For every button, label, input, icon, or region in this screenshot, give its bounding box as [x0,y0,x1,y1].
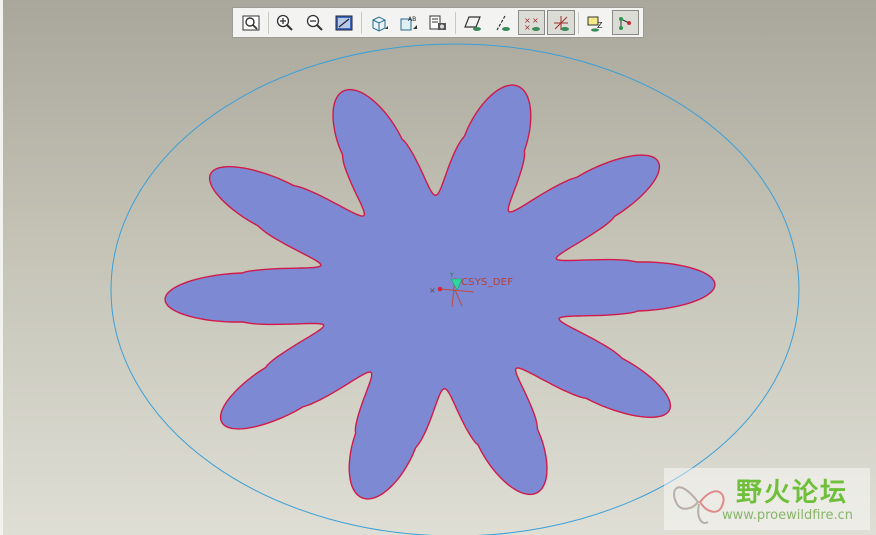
display-style-icon [372,15,388,32]
watermark: 野火论坛 www.proewildfire.cn [664,468,870,530]
zoom-in-button[interactable] [272,10,300,35]
coordinate-systems-icon [554,15,570,31]
graphics-viewport[interactable]: × Y CSYS_DEF AB × × × Z 野火论坛 www.proewil… [0,0,876,535]
toolbar-separator [577,11,579,34]
zoom-out-icon [306,14,323,31]
zoom-in-icon [277,14,294,31]
datum-planes-icon [463,15,481,31]
datum-points-icon: × ×× [524,16,540,32]
annotations-icon: Z [587,16,603,32]
star-gear-surface [164,84,716,500]
svg-text:Z: Z [597,21,603,30]
butterfly-logo-icon [673,486,725,524]
refit-button[interactable] [237,10,265,35]
svg-text:×: × [429,286,436,295]
toolbar-separator [267,11,269,34]
csys-label: CSYS_DEF [461,277,514,288]
toolbar-separator [454,11,456,34]
svg-text:AB: AB [408,16,416,23]
svg-text:×: × [524,23,531,32]
annotations-button[interactable]: Z [582,10,610,35]
layer-snapshot-icon [429,15,447,30]
spin-center-button[interactable] [611,10,640,35]
coordinate-systems-button[interactable] [547,10,575,35]
datum-points-button[interactable]: × × × [517,10,546,35]
repaint-icon [335,15,353,30]
layer-snapshot-button[interactable] [424,10,452,35]
saved-views-icon: AB [400,16,418,30]
watermark-title: 野火论坛 [736,478,849,508]
view-toolbar: AB × × × Z [232,7,644,38]
svg-text:Y: Y [449,272,454,279]
display-style-button[interactable] [365,10,393,35]
zoom-out-button[interactable] [301,10,329,35]
watermark-url: www.proewildfire.cn [722,508,853,523]
datum-axes-icon [496,15,511,31]
datum-planes-button[interactable] [459,10,487,35]
model-scene: × Y [110,43,800,535]
spin-center-icon [619,16,632,30]
svg-text:×: × [532,16,539,25]
repaint-button[interactable] [331,10,359,35]
datum-axes-button[interactable] [488,10,516,35]
saved-views-button[interactable]: AB [395,10,423,35]
toolbar-separator [361,11,363,34]
refit-icon [242,15,260,30]
